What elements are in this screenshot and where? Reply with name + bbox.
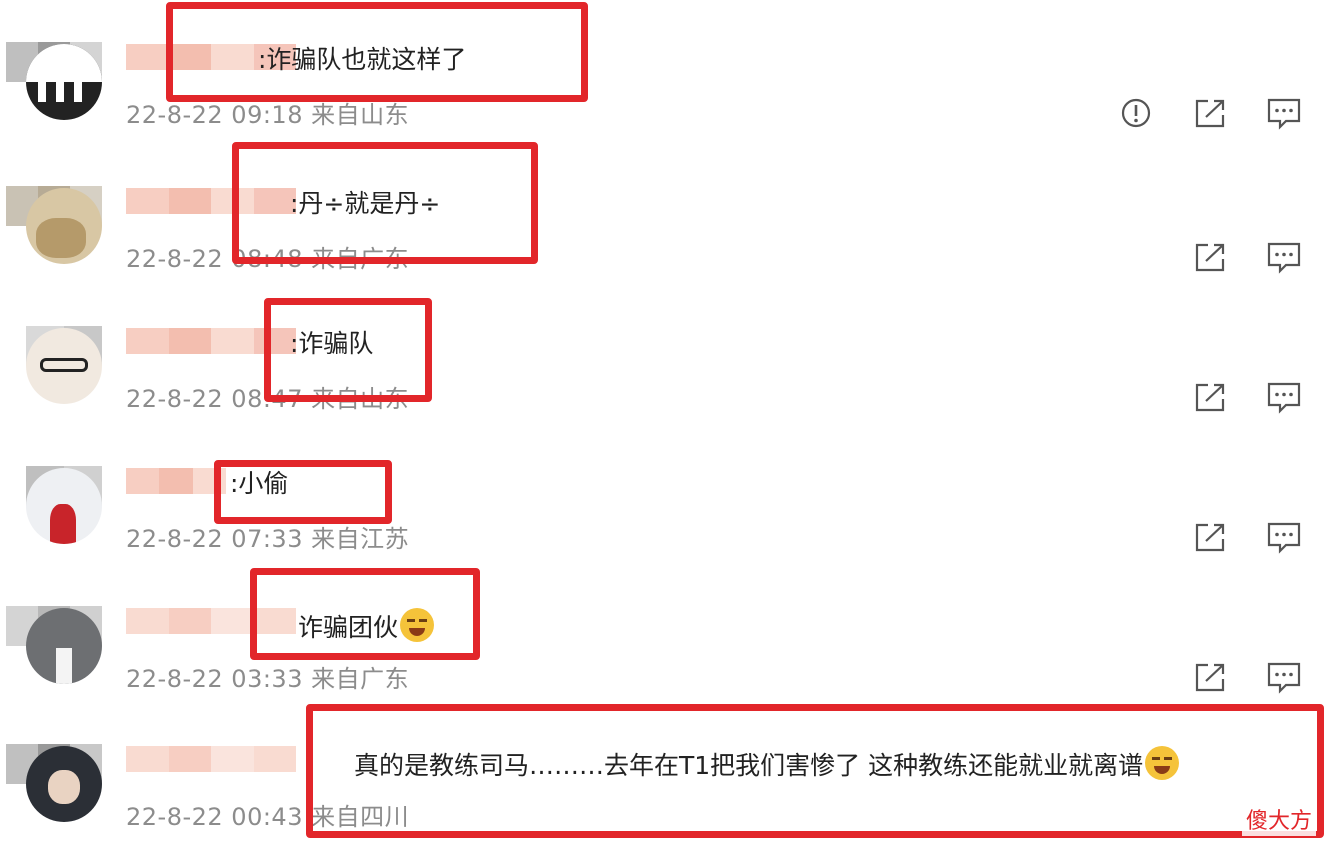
share-icon[interactable] (1192, 240, 1228, 274)
comment-icon[interactable] (1266, 380, 1302, 414)
avatar[interactable] (26, 746, 102, 822)
comment-meta: 22-8-22 09:18 来自山东 (126, 101, 410, 129)
watermark: 傻大方 (1241, 808, 1316, 836)
share-icon[interactable] (1192, 660, 1228, 694)
comment-row: :丹÷就是丹÷ 22-8-22 08:48 来自广东 (0, 144, 1326, 284)
comment-icon[interactable] (1266, 520, 1302, 554)
highlight-box (214, 460, 392, 524)
comment-icon[interactable] (1266, 660, 1302, 694)
avatar[interactable] (26, 328, 102, 404)
username-blurred[interactable] (126, 468, 226, 494)
highlight-box (232, 142, 538, 264)
share-icon[interactable] (1192, 96, 1228, 130)
share-icon[interactable] (1192, 380, 1228, 414)
comment-row: 诈骗团伙 22-8-22 03:33 来自广东 (0, 564, 1326, 704)
highlight-box (250, 568, 480, 660)
highlight-box (306, 704, 1324, 838)
share-icon[interactable] (1192, 520, 1228, 554)
highlight-box (166, 2, 588, 102)
avatar[interactable] (26, 608, 102, 684)
comment-icon[interactable] (1266, 240, 1302, 274)
username-blurred[interactable] (126, 746, 296, 772)
comment-meta: 22-8-22 07:33 来自江苏 (126, 525, 410, 553)
avatar[interactable] (26, 468, 102, 544)
comment-row: :小偷 22-8-22 07:33 来自江苏 (0, 424, 1326, 564)
comment-icon[interactable] (1266, 96, 1302, 130)
avatar[interactable] (26, 44, 102, 120)
watermark-brand: 傻大方 (1245, 809, 1312, 834)
highlight-box (264, 298, 432, 402)
comment-meta: 22-8-22 03:33 来自广东 (126, 665, 410, 693)
report-icon[interactable] (1118, 96, 1154, 130)
avatar[interactable] (26, 188, 102, 264)
comment-row: :诈骗队 22-8-22 08:47 来自山东 (0, 284, 1326, 424)
